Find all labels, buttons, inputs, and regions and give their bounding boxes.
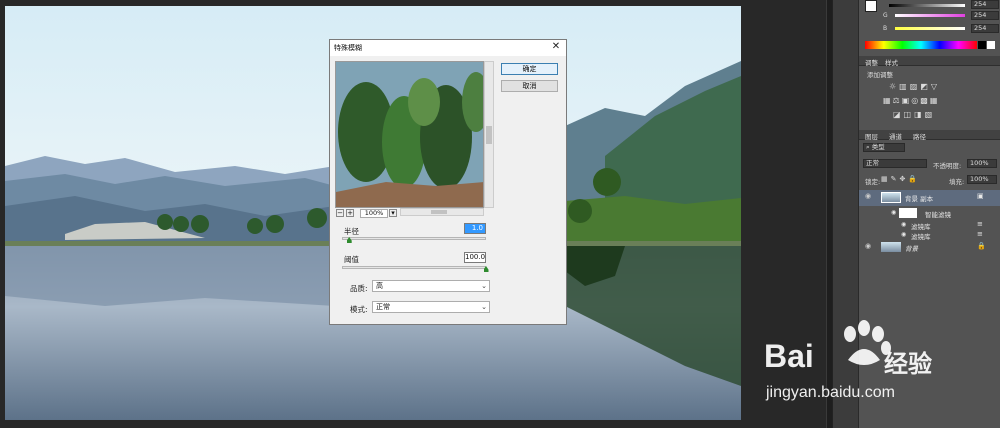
layer-kind-filter[interactable]: ⌕ 类型 [863,143,905,152]
dialog-title: 特殊模糊 [334,44,362,52]
color-spectrum[interactable] [865,41,977,49]
cancel-button[interactable]: 取消 [501,80,558,92]
b-label: B [883,25,888,32]
watermark-brand: Bai [764,338,814,374]
zoom-in-button[interactable]: + [346,209,354,217]
smart-object-icon: ▣ [977,192,984,200]
layer-row-background[interactable]: ◉ 背景 🔒 [859,240,1000,254]
adjust-icons-row2[interactable]: ▦⚖▣◎▩▦ [883,96,939,105]
black-swatch[interactable] [978,41,986,49]
tab-adjust[interactable]: 调整 [865,57,878,67]
preview-horizontal-scrollbar[interactable] [400,208,484,216]
layer-thumbnail [881,242,901,252]
layer-name: 背景 [905,245,918,253]
threshold-slider[interactable] [342,266,486,269]
filter-preview[interactable] [335,61,484,208]
tab-channels[interactable]: 通道 [889,131,902,141]
tab-paths[interactable]: 路径 [913,131,926,141]
eye-icon[interactable]: ◉ [901,221,906,228]
kind-label: 类型 [871,143,885,151]
b-value-field[interactable]: 254 [971,24,999,33]
scroll-thumb[interactable] [431,210,447,214]
radius-label: 半径 [344,227,359,236]
eye-icon[interactable]: ◉ [891,209,896,216]
white-swatch[interactable] [987,41,995,49]
mode-select[interactable]: 正常 ⌄ [372,301,490,313]
g-label: G [883,12,888,19]
quality-label: 品质: [350,284,368,293]
quality-value: 高 [376,282,383,290]
layer-name: 智能滤镜 [925,211,951,219]
g-value-field[interactable]: 254 [971,11,999,20]
radius-slider[interactable] [342,237,486,240]
chevron-down-icon: ⌄ [481,282,487,290]
quality-select[interactable]: 高 ⌄ [372,280,490,292]
eye-icon[interactable]: ◉ [865,242,874,250]
lock-icon: 🔒 [977,242,986,250]
zoom-out-button[interactable]: − [336,209,344,217]
layer-thumbnail [881,192,901,203]
eye-icon[interactable]: ◉ [865,192,874,200]
blend-mode-select[interactable]: 正常 [863,159,927,168]
add-adjustment-label: 添加调整 [867,71,893,79]
opacity-label: 不透明度: [933,162,962,170]
baidu-watermark: Bai 经验 jingyan.baidu.com [756,320,956,420]
mode-label: 模式: [350,305,368,314]
adjust-panel-header: 调整 样式 [859,56,1000,67]
smart-filter-row[interactable]: ◉ 智能滤镜 [859,207,1000,219]
chevron-down-icon: ⌄ [481,303,487,311]
zoom-menu-button[interactable]: ▾ [389,209,397,217]
preview-image [336,62,483,207]
b-slider[interactable] [895,27,965,30]
zoom-level[interactable]: 100% [360,209,388,218]
scroll-thumb[interactable] [486,126,492,144]
g-slider[interactable] [895,14,965,17]
close-icon[interactable]: ✕ [550,41,562,53]
fill-label: 填充: [949,178,965,186]
tab-style[interactable]: 样式 [885,57,898,67]
special-blur-dialog: 特殊模糊 ✕ − + 100% ▾ 确定 取消 半径 1.0 阈值 100.0 … [329,39,567,325]
lock-label: 锁定: [865,178,881,186]
lock-icons[interactable]: ▦✎✥🔒 [881,175,920,183]
watermark-url: jingyan.baidu.com [766,384,895,401]
preview-vertical-scrollbar[interactable] [484,61,494,208]
tab-layers[interactable]: 图层 [865,131,878,141]
adjust-icons-row1[interactable]: ☼▥▨◩▽ [889,82,940,91]
filter-options-icon[interactable]: ≡ [977,220,983,228]
eye-icon[interactable]: ◉ [901,231,906,238]
filter-mask-thumbnail [899,208,917,218]
foreground-swatch[interactable] [865,0,877,12]
r-slider[interactable] [889,4,965,7]
layer-name: 背景 副本 [905,195,934,203]
dialog-titlebar: 特殊模糊 ✕ [330,40,566,56]
watermark-brand-cn: 经验 [884,350,932,378]
threshold-label: 阈值 [344,255,359,264]
fill-field[interactable]: 100% [967,175,997,184]
layers-panel-header: 图层 通道 路径 [859,130,1000,141]
filter-options-icon[interactable]: ≡ [977,230,983,238]
adjust-icons-row3[interactable]: ◪◫◨▧ [893,110,935,119]
opacity-field[interactable]: 100% [967,159,997,168]
ok-button[interactable]: 确定 [501,63,558,75]
threshold-field[interactable]: 100.0 [464,252,486,263]
layer-row-background-copy[interactable]: ◉ 背景 副本 ▣ [859,190,1000,206]
mode-value: 正常 [376,303,390,311]
radius-field[interactable]: 1.0 [464,223,486,234]
r-value-field[interactable]: 254 [971,0,999,9]
